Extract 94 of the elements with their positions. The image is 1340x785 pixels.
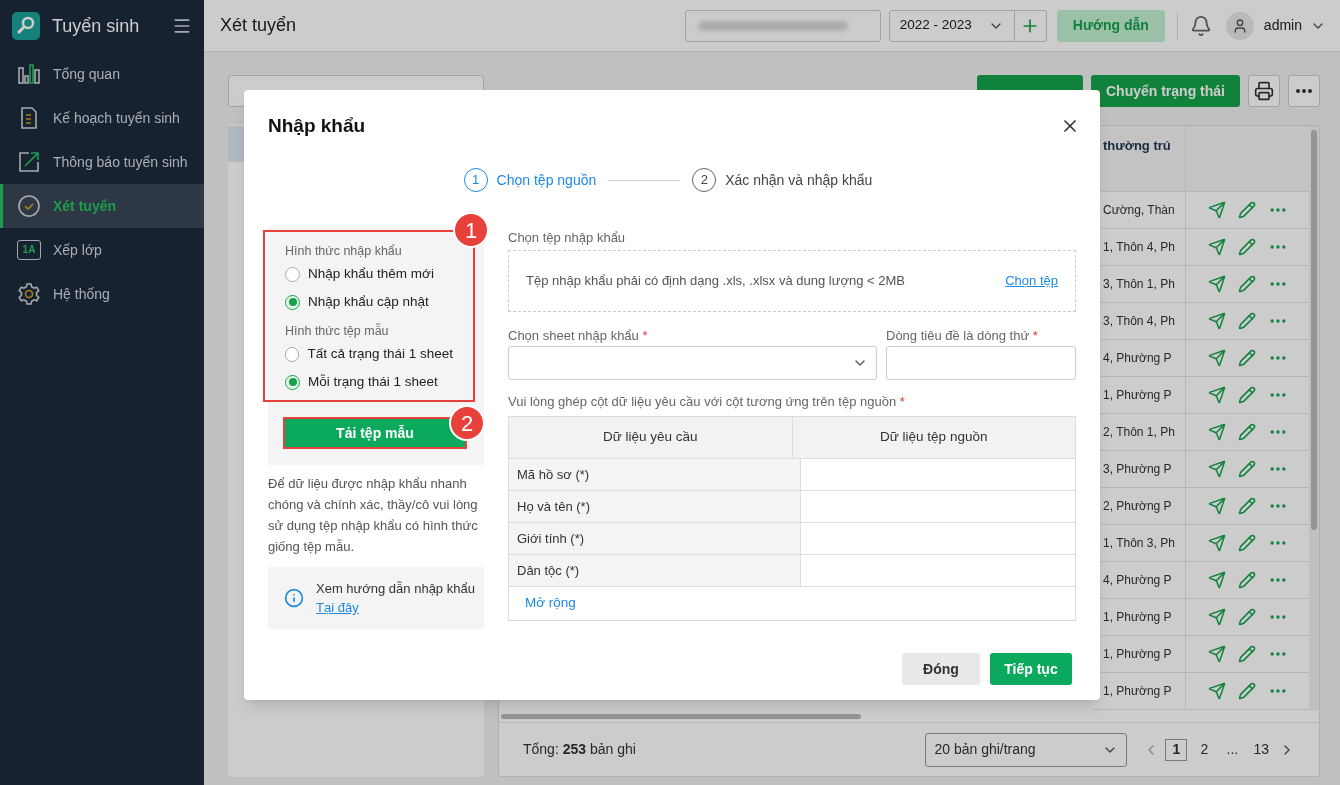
close-button[interactable]: Đóng [902,653,980,685]
send-icon[interactable] [1208,423,1226,441]
mapping-instruction: Vui lòng ghép cột dữ liệu yêu cầu với cột tương ứng trên tệp nguồn * [508,393,906,411]
send-icon[interactable] [1208,312,1226,330]
group-label: Hình thức tệp mẫu [285,322,390,340]
drop-zone[interactable]: Tệp nhập khẩu phải có định dạng .xls, .xlsx và dung lượng < 2MB Chọn tệp [508,250,1076,312]
school-field[interactable] [684,9,881,42]
send-icon[interactable] [1208,349,1226,367]
send-icon[interactable] [1208,608,1226,626]
menu-icon[interactable] [172,16,192,36]
radio-option[interactable]: Tất cả trạng thái 1 sheet [285,340,453,368]
table-cell: Họ và tên (*) [509,491,800,522]
expand-link[interactable]: Mở rộng [525,593,576,614]
edit-icon[interactable] [1238,645,1256,663]
year-select[interactable]: 2022 - 2023 [888,9,1015,42]
horizontal-scrollbar[interactable] [501,713,861,719]
field-label: Chọn sheet nhập khẩu * [508,327,649,345]
class-icon: 1A [17,240,41,260]
page-link[interactable]: 13 [1249,738,1273,761]
more-icon [1296,89,1312,93]
logo-icon [12,12,40,40]
avatar[interactable] [1225,11,1254,40]
radio-icon[interactable] [285,266,300,282]
edit-icon[interactable] [1238,201,1256,219]
total-count: Tổng: 253 bản ghi [523,740,637,759]
page-size-select[interactable]: 20 bản ghi/trang [925,732,1128,767]
page-link[interactable]: 2 [1193,738,1216,761]
table-cell: Giới tính (*) [509,523,800,554]
dialog-title: Nhập khẩu [268,113,366,138]
template-note: Để dữ liệu được nhập khẩu nhanh chóng và chính xác, thầy/cô vui lòng sử dụng tệp nhập khẩu có hình thức giống tệp mẫu. [268,475,479,556]
more-button[interactable] [1288,75,1320,107]
app-name: Tuyển sinh [52,14,141,38]
bar-chart-icon [17,62,41,86]
group-label: Hình thức nhập khẩu [285,243,403,260]
scrollbar[interactable] [1309,126,1319,710]
edit-icon[interactable] [1238,534,1256,552]
header-row-field[interactable] [886,346,1076,380]
send-icon[interactable] [1208,460,1226,478]
file-hint: Tệp nhập khẩu phải có định dạng .xls, .xlsx và dung lượng < 2MB [526,272,905,291]
choose-file-link[interactable]: Chọn tệp [1005,271,1058,291]
edit-icon[interactable] [1238,349,1256,367]
callout-badge: 1 [453,212,489,248]
edit-icon[interactable] [1238,275,1256,293]
send-icon[interactable] [1208,534,1226,552]
user-name[interactable]: admin [1263,15,1302,36]
edit-icon[interactable] [1238,571,1256,589]
column-header: Dữ liệu tệp nguồn [791,417,1075,458]
help-text: Xem hướng dẫn nhập khẩu [316,580,475,598]
radio-icon[interactable] [285,294,300,310]
send-icon[interactable] [1208,682,1226,700]
edit-icon[interactable] [1238,608,1256,626]
table-cell: Mã hồ sơ (*) [509,459,800,490]
column-header: Dữ liệu yêu cầu [601,428,699,447]
print-icon [1254,81,1274,101]
radio-icon[interactable] [285,346,300,362]
edit-icon[interactable] [1238,238,1256,256]
send-icon[interactable] [1208,571,1226,589]
edit-icon[interactable] [1238,460,1256,478]
file-label: Chọn tệp nhập khẩu [508,229,627,246]
step: 1 Chọn tệp nguồn [463,168,597,192]
page-link[interactable]: ... [1221,738,1244,761]
print-button[interactable] [1248,75,1280,107]
sidebar-item[interactable]: Hệ thống [0,272,204,316]
page-title: Xét tuyển [220,14,298,37]
sidebar-item[interactable]: Kế hoạch tuyển sinh [0,96,204,140]
sidebar-item[interactable]: Tổng quan [0,52,204,96]
send-icon[interactable] [1208,497,1226,515]
send-icon[interactable] [1208,238,1226,256]
send-icon[interactable] [1208,275,1226,293]
check-circle-icon [17,194,41,218]
edit-icon[interactable] [1238,682,1256,700]
arrow-out-icon [17,150,41,174]
radio-icon[interactable] [285,374,300,390]
send-icon[interactable] [1208,645,1226,663]
sheet-select[interactable] [508,346,877,380]
edit-icon[interactable] [1238,386,1256,404]
send-icon[interactable] [1208,201,1226,219]
edit-icon[interactable] [1238,312,1256,330]
table-cell: Dân tộc (*) [509,555,800,586]
edit-icon[interactable] [1238,497,1256,515]
send-icon[interactable] [1208,386,1226,404]
radio-option[interactable]: Nhập khẩu thêm mới [285,260,453,288]
notification-icon[interactable] [1189,14,1212,37]
radio-option[interactable]: Mỗi trạng thái 1 sheet [285,368,453,396]
sidebar-item[interactable]: 1A Xếp lớp [0,228,204,272]
field-label: Dòng tiêu đề là dòng thứ * [886,327,1039,345]
sidebar-item[interactable]: Thông báo tuyển sinh [0,140,204,184]
settings-icon [17,282,41,306]
add-button[interactable] [1014,9,1047,42]
info-icon [284,588,304,608]
edit-icon[interactable] [1238,423,1256,441]
radio-option[interactable]: Nhập khẩu cập nhật [285,288,453,316]
step: 2 Xác nhận và nhập khẩu [692,168,873,192]
page-link[interactable]: 1 [1165,738,1188,761]
